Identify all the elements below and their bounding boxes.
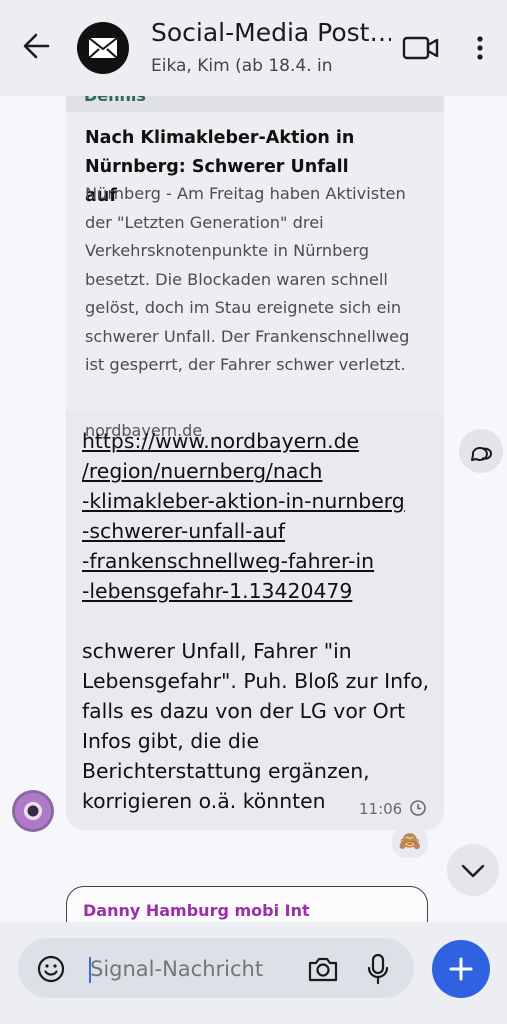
delivery-clock-icon <box>409 799 427 817</box>
chat-title[interactable]: Social-Media Post… <box>151 18 391 47</box>
link-preview[interactable]: Nach Klimakleber-Aktion in Nürnberg: Sch… <box>66 112 444 440</box>
sender-avatar[interactable] <box>12 790 54 832</box>
more-options-icon[interactable] <box>468 30 492 66</box>
message-input[interactable] <box>90 955 280 983</box>
message-link[interactable]: https://www.nordbayern.de /region/nuernb… <box>82 426 432 606</box>
chat-subtitle[interactable]: Eika, Kim (ab 18.4. in <box>151 56 391 76</box>
next-message-author: Danny Hamburg mobi Int <box>83 901 310 920</box>
camera-icon[interactable] <box>306 954 340 984</box>
message-timestamp: 11:06 <box>359 800 403 818</box>
reply-icon[interactable] <box>459 429 503 473</box>
group-avatar[interactable] <box>77 22 129 74</box>
message-bubble[interactable]: Dennis Nach Klimakleber-Aktion in Nürnbe… <box>66 70 444 830</box>
emoji-icon[interactable] <box>36 954 66 984</box>
bottom-bar <box>0 922 507 1024</box>
message-body: schwerer Unfall, Fahrer "in Lebensgefahr… <box>82 639 430 813</box>
link-preview-description: Nürnberg - Am Freitag haben Aktivisten d… <box>85 184 410 374</box>
add-attachment-button[interactable] <box>432 940 490 998</box>
reaction-emoji[interactable]: 🙈 <box>392 826 428 858</box>
app-bar: Social-Media Post… Eika, Kim (ab 18.4. i… <box>0 0 507 96</box>
plus-icon <box>449 957 473 981</box>
scroll-down-icon[interactable] <box>447 844 499 896</box>
microphone-icon[interactable] <box>364 952 392 986</box>
video-call-icon[interactable] <box>400 30 442 66</box>
message-composer[interactable] <box>18 938 414 998</box>
back-arrow-icon[interactable] <box>18 28 54 64</box>
envelope-mail-icon <box>88 37 118 59</box>
